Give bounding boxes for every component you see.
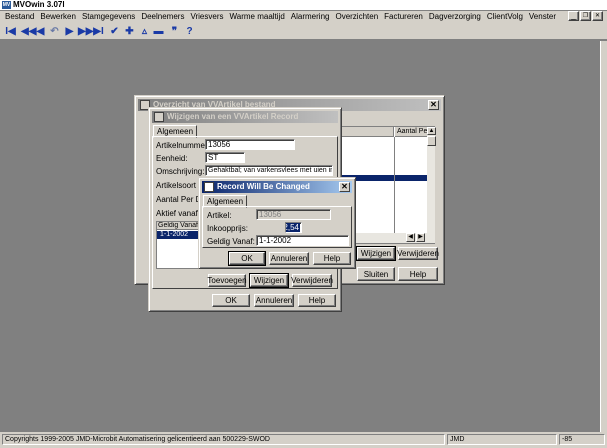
record-annuleren-button[interactable]: Annuleren bbox=[269, 252, 309, 265]
scroll-thumb[interactable] bbox=[427, 136, 436, 146]
app-icon: MV bbox=[2, 1, 11, 9]
minus-icon[interactable]: ▬ bbox=[153, 26, 164, 37]
scroll-left-icon[interactable]: ◀ bbox=[406, 233, 415, 242]
overview-column-header-blank bbox=[342, 127, 394, 137]
status-code: -85 bbox=[559, 434, 605, 445]
first-record-icon[interactable]: I◀ bbox=[5, 26, 16, 37]
overview-sluiten-button[interactable]: Sluiten bbox=[357, 267, 395, 281]
menu-venster[interactable]: Venster bbox=[526, 12, 559, 22]
overview-help-button[interactable]: Help bbox=[398, 267, 438, 281]
edit-annuleren-button[interactable]: Annuleren bbox=[254, 294, 294, 307]
mdi-right-edge bbox=[600, 41, 607, 433]
previous-record-icon[interactable]: ◀ bbox=[35, 26, 46, 37]
previous-page-icon[interactable]: ◀◀ bbox=[21, 26, 36, 37]
last-record-icon[interactable]: ▶I bbox=[93, 26, 104, 37]
toevoegen-button[interactable]: Toevoegen bbox=[207, 274, 247, 287]
artikelsoort-label: Artikelsoort bbox=[156, 181, 197, 190]
menu-vriesvers[interactable]: Vriesvers bbox=[187, 12, 226, 22]
record-titlebar: Record Will Be Changed ✕ bbox=[202, 181, 352, 193]
menu-bestand[interactable]: Bestand bbox=[2, 12, 37, 22]
record-dialog: Record Will Be Changed ✕ Algemeen Artike… bbox=[198, 177, 356, 269]
close-app-button[interactable]: ✕ bbox=[592, 11, 603, 21]
artikel-field: 13056 bbox=[256, 209, 331, 220]
next-record-icon[interactable]: ▶ bbox=[64, 26, 75, 37]
plus-icon[interactable]: ✚ bbox=[124, 26, 135, 37]
app-title: MVOwin 3.07l bbox=[13, 0, 65, 9]
scroll-right-icon[interactable]: ▶ bbox=[416, 233, 425, 242]
menu-warme-maaltijd[interactable]: Warme maaltijd bbox=[227, 12, 288, 22]
quote-icon[interactable]: ❞ bbox=[169, 26, 180, 37]
restore-button[interactable]: ❐ bbox=[580, 11, 591, 21]
geldig-vanaf-list[interactable]: Geldig Vanaf 1-1-2002 bbox=[156, 221, 202, 269]
artikelnummer-field[interactable]: 13056 bbox=[205, 139, 295, 150]
geldig-vanaf-label: Geldig Vanaf: bbox=[207, 237, 255, 246]
menu-dagverzorging[interactable]: Dagverzorging bbox=[426, 12, 484, 22]
overview-column-divider bbox=[394, 137, 395, 243]
geldig-vanaf-field[interactable]: 1-1-2002 bbox=[256, 235, 349, 246]
triangle-icon[interactable]: ▵ bbox=[139, 26, 150, 37]
record-title: Record Will Be Changed bbox=[217, 182, 310, 191]
window-icon bbox=[204, 182, 214, 192]
inkoopprijs-value: 2,54 bbox=[286, 223, 300, 232]
close-icon[interactable]: ✕ bbox=[339, 182, 350, 192]
check-icon[interactable]: ✔ bbox=[109, 26, 120, 37]
close-icon[interactable]: ✕ bbox=[428, 100, 439, 110]
status-copyright: Copyrights 1999-2005 JMD-Microbit Automa… bbox=[2, 434, 445, 445]
overview-verwijderen-button[interactable]: Verwijderen bbox=[397, 247, 439, 260]
edit-verwijderen-button[interactable]: Verwijderen bbox=[291, 274, 333, 287]
record-ok-button[interactable]: OK bbox=[228, 251, 266, 266]
edit-wijzigen-button[interactable]: Wijzigen bbox=[249, 273, 289, 288]
help-icon[interactable]: ? bbox=[184, 26, 195, 37]
menu-bar: Bestand Bewerken Stamgegevens Deelnemers Vri… bbox=[0, 11, 607, 23]
window-icon bbox=[154, 112, 164, 122]
menu-bewerken[interactable]: Bewerken bbox=[37, 12, 79, 22]
inkoopprijs-label: Inkoopprijs: bbox=[207, 224, 248, 233]
eenheid-label: Eenheid: bbox=[156, 154, 188, 163]
inkoopprijs-field[interactable]: 2,54 bbox=[285, 222, 302, 233]
app-titlebar: MV MVOwin 3.07l bbox=[0, 0, 607, 10]
aktief-vanaf-label: Aktief vanaf: bbox=[156, 209, 201, 218]
omschrijving-label: Omschrijving: bbox=[156, 167, 205, 176]
menu-alarmering[interactable]: Alarmering bbox=[288, 12, 333, 22]
artikel-label: Artikel: bbox=[207, 211, 232, 220]
omschrijving-field[interactable]: Gehaktbal; van varkensvlees met uien in … bbox=[205, 165, 333, 176]
edit-title: Wijzigen van een VVArtikel Record bbox=[167, 112, 299, 121]
menu-overzichten[interactable]: Overzichten bbox=[332, 12, 381, 22]
minimize-button[interactable]: _ bbox=[568, 11, 579, 21]
next-page-icon[interactable]: ▶▶ bbox=[78, 26, 93, 37]
refresh-icon[interactable]: ↶ bbox=[49, 26, 60, 37]
artikelnummer-label: Artikelnummer: bbox=[156, 141, 210, 150]
overview-scrollbar[interactable]: ▲ bbox=[427, 127, 436, 243]
menu-clientvolg[interactable]: ClientVolg bbox=[484, 12, 526, 22]
record-help-button[interactable]: Help bbox=[313, 252, 351, 265]
geldig-vanaf-row[interactable]: 1-1-2002 bbox=[157, 231, 201, 239]
edit-titlebar: Wijzigen van een VVArtikel Record bbox=[152, 111, 338, 123]
overview-wijzigen-button[interactable]: Wijzigen bbox=[356, 246, 396, 261]
menu-factureren[interactable]: Factureren bbox=[381, 12, 426, 22]
status-user: JMD bbox=[447, 434, 557, 445]
edit-help-button[interactable]: Help bbox=[298, 294, 336, 307]
menu-deelnemers[interactable]: Deelnemers bbox=[138, 12, 187, 22]
edit-ok-button[interactable]: OK bbox=[212, 294, 250, 307]
overview-column-header[interactable]: Aantal Pe bbox=[395, 127, 427, 137]
geldig-vanaf-header[interactable]: Geldig Vanaf bbox=[157, 222, 201, 230]
menu-stamgegevens[interactable]: Stamgegevens bbox=[79, 12, 138, 22]
eenheid-field[interactable]: ST bbox=[205, 152, 245, 163]
scroll-up-icon[interactable]: ▲ bbox=[427, 127, 436, 135]
